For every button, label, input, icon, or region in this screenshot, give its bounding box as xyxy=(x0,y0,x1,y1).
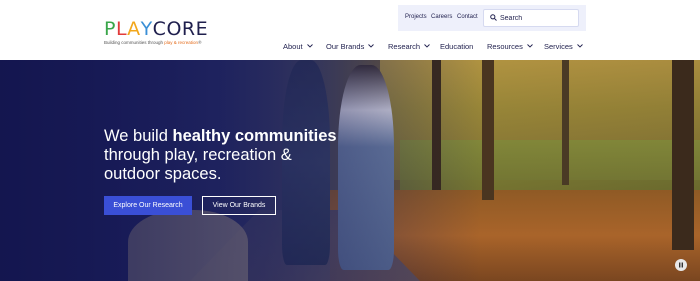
view-brands-button[interactable]: View Our Brands xyxy=(202,196,276,215)
contact-link[interactable]: Contact xyxy=(457,14,478,20)
tree-trunk xyxy=(672,60,694,250)
pause-video-button[interactable] xyxy=(675,259,687,271)
logo-letter-c: C xyxy=(152,18,167,40)
tagline-mark: ® xyxy=(198,40,202,45)
search-input[interactable] xyxy=(500,13,576,24)
nav-label-education: Education xyxy=(440,41,474,51)
explore-research-button[interactable]: Explore Our Research xyxy=(104,196,192,215)
chevron-down-icon xyxy=(424,44,430,48)
headline-line3: outdoor spaces. xyxy=(104,165,222,183)
logo-letter-a: A xyxy=(127,18,141,40)
nav-item-brands[interactable]: Our Brands xyxy=(326,40,375,52)
logo-letter-e: E xyxy=(195,18,209,40)
chevron-down-icon xyxy=(368,44,375,48)
headline-line2: through play, recreation & xyxy=(104,146,292,164)
search-icon xyxy=(490,14,497,21)
logo-letter-y: Y xyxy=(140,18,153,40)
nav-label-services: Services xyxy=(544,41,573,51)
logo-letter-p: P xyxy=(104,18,116,40)
logo-tagline: Building communities through play & recr… xyxy=(104,40,208,45)
hero-headline: We build healthy communities through pla… xyxy=(104,127,364,184)
nav-item-research[interactable]: Research xyxy=(388,40,430,52)
tree-trunk xyxy=(482,60,494,200)
nav-item-resources[interactable]: Resources xyxy=(487,40,533,52)
tagline-highlight: play & recreation xyxy=(164,40,199,45)
logo-letter-r: R xyxy=(181,18,196,40)
logo-letter-o: O xyxy=(166,18,182,40)
logo-wordmark: PLAYCORE xyxy=(104,19,208,39)
nav-label-research: Research xyxy=(388,41,421,51)
projects-link[interactable]: Projects xyxy=(405,14,427,20)
chevron-down-icon xyxy=(527,44,533,48)
tree-trunk xyxy=(562,60,569,185)
logo-letter-l: L xyxy=(115,18,128,40)
careers-link[interactable]: Careers xyxy=(431,14,452,20)
headline-line1-bold: healthy communities xyxy=(172,127,337,145)
headline-line1-pre: We build xyxy=(104,127,173,145)
playcore-logo[interactable]: PLAYCORE Building communities through pl… xyxy=(104,19,208,45)
search-box[interactable] xyxy=(483,9,579,27)
nav-label-resources: Resources xyxy=(487,41,523,51)
nav-item-services[interactable]: Services xyxy=(544,40,583,52)
tagline-start: Building communities through xyxy=(104,40,165,45)
nav-label-brands: Our Brands xyxy=(326,41,365,51)
site-header: PLAYCORE Building communities through pl… xyxy=(0,0,700,60)
pause-icon xyxy=(679,262,683,268)
chevron-down-icon xyxy=(576,44,583,48)
nav-item-about[interactable]: About xyxy=(283,40,313,52)
nav-item-education[interactable]: Education xyxy=(440,40,473,52)
nav-label-about: About xyxy=(283,41,303,51)
chevron-down-icon xyxy=(306,44,313,48)
utility-bar: Projects Careers Contact xyxy=(398,5,586,31)
